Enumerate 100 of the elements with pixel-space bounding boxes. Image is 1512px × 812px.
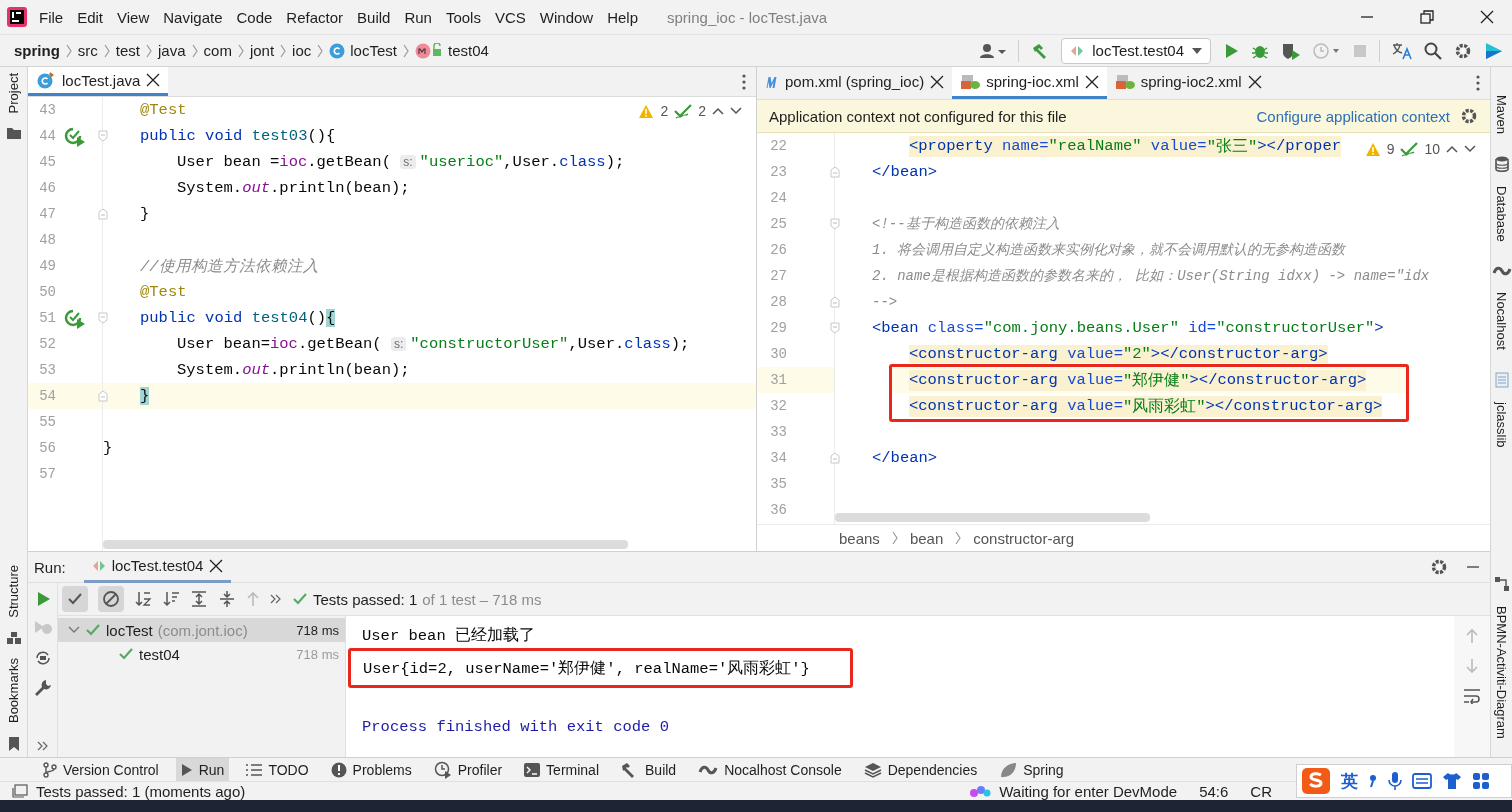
breadcrumb-item[interactable]: beans <box>839 529 880 547</box>
collapse-all-icon[interactable] <box>218 590 236 608</box>
tool-window-tab[interactable]: Nocalhost Console <box>693 757 847 782</box>
database-icon[interactable] <box>1494 156 1509 173</box>
structure-icon[interactable] <box>6 631 21 644</box>
fold-marker-icon[interactable] <box>98 130 108 142</box>
folder-icon[interactable] <box>6 127 21 140</box>
tree-row[interactable]: locTest (com.jont.ioc) 718 ms <box>58 618 345 642</box>
chevron-up-icon[interactable] <box>1446 145 1458 153</box>
tool-window-tab[interactable]: Spring <box>994 757 1069 782</box>
breadcrumb-item[interactable]: constructor-arg <box>973 529 1075 547</box>
tool-window-button[interactable]: Database <box>1494 186 1509 242</box>
bookmark-icon[interactable] <box>7 737 20 751</box>
show-passed-button[interactable] <box>62 586 88 612</box>
close-icon[interactable] <box>209 558 224 573</box>
line-separator[interactable]: CR <box>1250 782 1272 800</box>
fold-marker-icon[interactable] <box>830 166 840 178</box>
chevron-down-icon[interactable] <box>730 107 742 115</box>
settings-icon[interactable] <box>1430 558 1448 576</box>
configure-link[interactable]: Configure application context <box>1256 107 1450 125</box>
tool-window-button[interactable]: Maven <box>1494 95 1509 135</box>
tool-window-button[interactable]: Bookmarks <box>6 657 21 723</box>
tool-window-tab[interactable]: Version Control <box>38 757 164 782</box>
expand-all-icon[interactable] <box>190 590 208 608</box>
close-icon[interactable] <box>1247 74 1262 89</box>
close-icon[interactable] <box>1084 74 1099 89</box>
breadcrumb-item[interactable]: spring <box>14 42 60 59</box>
breadcrumb-item[interactable]: test04 <box>447 42 489 59</box>
breadcrumb-item[interactable]: com <box>203 42 232 59</box>
tool-window-button[interactable]: Structure <box>6 565 21 618</box>
close-icon[interactable] <box>930 74 945 89</box>
panel-toggle-icon[interactable] <box>12 784 28 798</box>
menu-item[interactable]: VCS <box>487 8 533 26</box>
more-icon[interactable] <box>1476 75 1480 91</box>
translate-icon[interactable] <box>1392 41 1412 60</box>
close-icon[interactable] <box>146 73 161 87</box>
editor-tab[interactable]: pom.xml (spring_ioc) <box>757 67 953 99</box>
menu-item[interactable]: Build <box>350 8 398 26</box>
user-icon[interactable] <box>980 42 1007 59</box>
editor-tab[interactable]: spring-ioc.xml <box>952 67 1107 99</box>
tool-window-button[interactable]: BPMN-Activiti-Diagram <box>1494 606 1509 739</box>
fold-marker-icon[interactable] <box>830 218 840 230</box>
menu-item[interactable]: Run <box>397 8 439 26</box>
tool-window-button[interactable]: jclasslib <box>1494 401 1509 447</box>
run-icon[interactable] <box>1223 42 1239 59</box>
fold-marker-icon[interactable] <box>830 452 840 464</box>
wrench-icon[interactable] <box>33 679 52 697</box>
tool-window-tab[interactable]: Profiler <box>428 757 508 782</box>
microphone-icon[interactable] <box>1388 771 1402 791</box>
caret-position[interactable]: 54:6 <box>1199 782 1229 800</box>
chevron-down-icon[interactable] <box>1464 145 1476 153</box>
ime-mode[interactable]: 英 <box>1341 769 1358 793</box>
tool-window-button[interactable]: Project <box>6 73 21 114</box>
menu-item[interactable]: File <box>32 8 71 26</box>
menu-item[interactable]: Window <box>532 8 601 26</box>
breadcrumb-item[interactable]: ioc <box>292 42 312 59</box>
grid-icon[interactable] <box>1472 772 1490 790</box>
tool-window-tab[interactable]: Run <box>175 757 230 782</box>
menu-item[interactable]: Edit <box>70 8 111 26</box>
restore-icon[interactable] <box>1420 10 1434 24</box>
plugin-logo-icon[interactable] <box>1484 40 1504 61</box>
breadcrumb-item[interactable]: jont <box>249 42 275 59</box>
toggle-icon[interactable] <box>33 649 52 667</box>
editor-tab[interactable]: spring-ioc2.xml <box>1106 67 1270 99</box>
expand-caret-icon[interactable] <box>68 626 80 634</box>
editor-tab[interactable]: locTest.java <box>28 67 169 96</box>
breadcrumb-item[interactable]: test <box>115 42 141 59</box>
tool-window-tab[interactable]: Build <box>616 757 682 782</box>
show-ignored-button[interactable] <box>98 586 124 612</box>
menu-item[interactable]: Navigate <box>156 8 230 26</box>
settings-icon[interactable] <box>1460 107 1478 125</box>
menu-item[interactable]: Refactor <box>279 8 351 26</box>
run-configuration-dropdown[interactable]: locTest.test04 <box>1061 37 1211 64</box>
scrollbar[interactable] <box>103 540 628 549</box>
run-test-icon[interactable] <box>64 309 86 329</box>
punctuation-icon[interactable] <box>1368 774 1378 788</box>
coverage-icon[interactable] <box>1281 41 1301 60</box>
run-test-icon[interactable] <box>64 127 86 147</box>
tree-row[interactable]: test04 718 ms <box>58 642 345 666</box>
search-icon[interactable] <box>1424 41 1442 60</box>
tool-window-tab[interactable]: Dependencies <box>858 757 983 782</box>
shirt-icon[interactable] <box>1442 772 1462 790</box>
more-icon[interactable] <box>36 741 49 751</box>
fold-marker-icon[interactable] <box>830 322 840 334</box>
menu-item[interactable]: Tools <box>438 8 488 26</box>
fold-marker-icon[interactable] <box>98 208 108 220</box>
fold-marker-icon[interactable] <box>830 296 840 308</box>
breadcrumb-item[interactable]: bean <box>909 529 944 547</box>
check-icon[interactable] <box>1400 141 1419 157</box>
check-icon[interactable] <box>674 103 693 119</box>
chevron-up-icon[interactable] <box>712 107 724 115</box>
close-icon[interactable] <box>1480 10 1494 24</box>
settings-icon[interactable] <box>1454 41 1472 60</box>
soft-wrap-icon[interactable] <box>1463 688 1481 704</box>
ime-logo-icon[interactable] <box>1301 767 1331 795</box>
keyboard-icon[interactable] <box>1412 773 1432 789</box>
diagram-icon[interactable] <box>1493 576 1510 593</box>
tool-window-tab[interactable]: Terminal <box>519 757 604 782</box>
breadcrumb-item[interactable]: locTest <box>350 42 397 59</box>
menu-item[interactable]: View <box>110 8 157 26</box>
